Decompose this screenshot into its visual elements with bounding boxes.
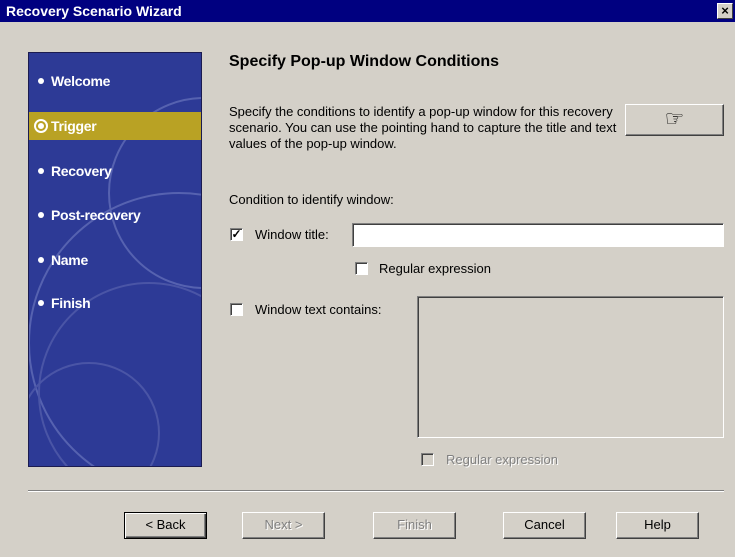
bullet-icon	[38, 168, 44, 174]
sidebar-item-trigger: Trigger	[29, 112, 201, 140]
cancel-button[interactable]: Cancel	[503, 512, 586, 539]
bullet-icon	[38, 78, 44, 84]
footer-divider	[28, 490, 724, 492]
window-text-label: Window text contains:	[255, 302, 382, 317]
bullet-icon	[38, 300, 44, 306]
wizard-steps-sidebar: Welcome Trigger Recovery Post-recovery N…	[28, 52, 202, 467]
sidebar-item-welcome: Welcome	[29, 67, 201, 95]
description-text: Specify the conditions to identify a pop…	[229, 104, 617, 151]
sidebar-item-post-recovery: Post-recovery	[29, 201, 201, 229]
close-icon[interactable]: ×	[717, 3, 733, 19]
back-button[interactable]: < Back	[124, 512, 207, 539]
sidebar-item-label: Name	[51, 252, 88, 268]
title-regex-checkbox[interactable]	[355, 262, 368, 275]
bullet-icon	[38, 257, 44, 263]
window-title-checkbox[interactable]: ✓	[230, 228, 243, 241]
text-regex-checkbox[interactable]	[421, 453, 434, 466]
next-button[interactable]: Next >	[242, 512, 325, 539]
pointing-hand-icon: ☞	[664, 106, 685, 131]
sidebar-item-label: Recovery	[51, 163, 112, 179]
sidebar-item-label: Post-recovery	[51, 207, 141, 223]
bullet-icon	[38, 212, 44, 218]
window-text-checkbox[interactable]	[230, 303, 243, 316]
title-regex-label: Regular expression	[379, 261, 492, 276]
condition-label: Condition to identify window:	[229, 192, 394, 207]
title-bar: Recovery Scenario Wizard ×	[0, 0, 735, 22]
window-title-input[interactable]	[352, 223, 724, 247]
sidebar-item-recovery: Recovery	[29, 157, 201, 185]
sidebar-item-label: Welcome	[51, 73, 111, 89]
text-regex-label: Regular expression	[446, 452, 559, 467]
window-title: Recovery Scenario Wizard	[6, 3, 182, 19]
pointing-hand-button[interactable]: ☞	[625, 104, 724, 136]
sidebar-item-finish: Finish	[29, 289, 201, 317]
window-text-area[interactable]	[417, 296, 724, 438]
sidebar-item-label: Trigger	[51, 118, 97, 134]
sidebar-item-name: Name	[29, 246, 201, 274]
page-title: Specify Pop-up Window Conditions	[229, 53, 500, 70]
finish-button[interactable]: Finish	[373, 512, 456, 539]
sidebar-item-label: Finish	[51, 295, 91, 311]
help-button[interactable]: Help	[616, 512, 699, 539]
current-step-icon	[34, 119, 48, 133]
window-title-label: Window title:	[255, 227, 329, 242]
